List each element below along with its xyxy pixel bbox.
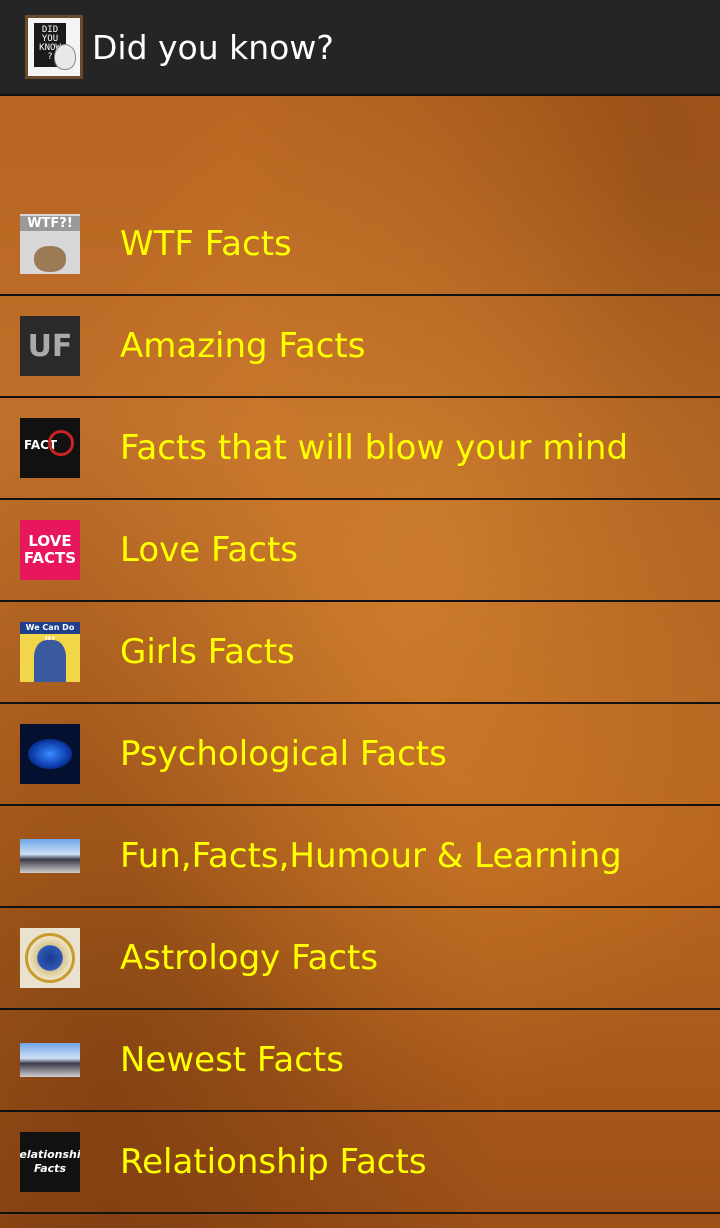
list-item-girls-facts[interactable]: We Can Do It! Girls Facts [0,602,720,704]
brain-shape [28,739,72,769]
list-item-blow-your-mind[interactable]: FACT Facts that will blow your mind [0,398,720,500]
list-item-amazing-facts[interactable]: UF Amazing Facts [0,296,720,398]
app-screen: DID YOU KNOW ? Did you know? WTF?! WTF F… [0,0,720,1228]
list-item-label: Amazing Facts [120,326,366,366]
zodiac-wheel-icon [20,928,80,988]
wheel-shape [25,933,75,983]
list-item-label: Facts that will blow your mind [120,428,629,468]
figure-shape [34,640,66,682]
list-item-label: Newest Facts [120,1040,344,1080]
crowd-photo-icon [20,839,80,873]
list-item-astrology-facts[interactable]: Astrology Facts [0,908,720,1010]
crowd-photo-icon [20,1043,80,1077]
relationship-facts-icon: Relationship Facts [20,1132,80,1192]
list-item-label: Love Facts [120,530,299,570]
list-item-relationship-facts[interactable]: Relationship Facts Relationship Facts [0,1112,720,1214]
list-item-label: Psychological Facts [120,734,447,774]
list-item-psychological-facts[interactable]: Psychological Facts [0,704,720,806]
list-item-label: Girls Facts [120,632,295,672]
list-item-wtf-facts[interactable]: WTF?! WTF Facts [0,194,720,296]
thumb-text: WTF?! [20,216,80,231]
love-facts-icon: LOVE FACTS [20,520,80,580]
list-item-label: WTF Facts [120,224,292,264]
action-bar: DID YOU KNOW ? Did you know? [0,0,720,96]
thumb-text: We Can Do It! [20,622,80,644]
owl-shape [34,246,66,272]
egg-character [54,44,76,70]
list-item-newest-facts[interactable]: Newest Facts [0,1010,720,1112]
app-title: Did you know? [92,27,334,67]
we-can-do-it-icon: We Can Do It! [20,622,80,682]
fact-ring [48,430,74,456]
wtf-owl-icon: WTF?! [20,214,80,274]
fact-logo-icon: FACT [20,418,80,478]
brain-icon [20,724,80,784]
list-item-label: Astrology Facts [120,938,379,978]
did-you-know-chalkboard-icon[interactable]: DID YOU KNOW ? [25,15,83,79]
list-item-label: Fun,Facts,Humour & Learning [120,836,622,876]
uf-logo-icon: UF [20,316,80,376]
facts-category-list: WTF?! WTF Facts UF Amazing Facts FACT Fa… [0,194,720,1214]
list-item-fun-facts-humour-learning[interactable]: Fun,Facts,Humour & Learning [0,806,720,908]
list-item-label: Relationship Facts [120,1142,427,1182]
list-item-love-facts[interactable]: LOVE FACTS Love Facts [0,500,720,602]
